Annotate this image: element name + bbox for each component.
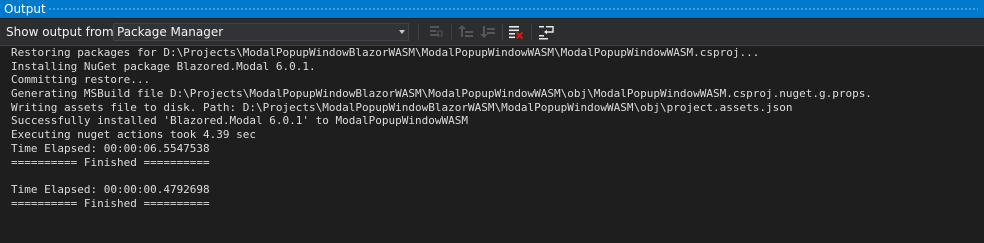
output-line: Time Elapsed: 00:00:06.5547538 xyxy=(11,141,210,155)
output-line: Restoring packages for D:\Projects\Modal… xyxy=(11,46,760,59)
output-line: ========== Finished ========== xyxy=(11,155,210,169)
output-title: Output xyxy=(4,2,46,16)
previous-message-button[interactable] xyxy=(456,22,476,42)
chevron-down-icon xyxy=(399,30,405,34)
toggle-word-wrap-icon xyxy=(539,26,554,40)
next-message-button[interactable] xyxy=(478,22,498,42)
output-line: Time Elapsed: 00:00:00.4792698 xyxy=(11,182,210,196)
toolbar-separator xyxy=(418,24,419,40)
output-title-bar[interactable]: Output xyxy=(0,0,984,18)
toggle-word-wrap-button[interactable] xyxy=(536,22,556,42)
go-to-previous-message-icon xyxy=(458,25,473,37)
output-line: Successfully installed 'Blazored.Modal 6… xyxy=(11,114,468,128)
toolbar-separator xyxy=(502,24,503,40)
show-output-from-label: Show output from: xyxy=(6,25,118,39)
output-line: Generating MSBuild file D:\Projects\Moda… xyxy=(11,87,872,101)
clear-all-icon xyxy=(509,26,524,40)
output-line: Executing nuget actions took 4.39 sec xyxy=(11,128,257,142)
output-window: Output Show output from: Package Manager xyxy=(0,0,984,243)
toolbar-separator xyxy=(451,24,452,40)
output-line: Committing restore... xyxy=(11,73,151,87)
find-message-icon xyxy=(430,26,443,37)
clear-all-button[interactable] xyxy=(506,22,526,42)
output-line: ========== Finished ========== xyxy=(11,196,210,210)
go-to-next-message-icon xyxy=(480,26,495,38)
output-source-value: Package Manager xyxy=(117,25,224,39)
output-toolbar: Show output from: Package Manager xyxy=(0,19,984,45)
title-bar-grip[interactable] xyxy=(48,7,978,12)
output-line: Writing assets file to disk. Path: D:\Pr… xyxy=(11,100,793,114)
output-source-dropdown[interactable]: Package Manager xyxy=(113,23,409,41)
find-message-button[interactable] xyxy=(426,22,446,42)
output-text-area[interactable]: Restoring packages for D:\Projects\Modal… xyxy=(0,45,984,243)
toolbar-separator xyxy=(531,24,532,40)
output-line: Installing NuGet package Blazored.Modal … xyxy=(11,59,316,73)
output-lines: Restoring packages for D:\Projects\Modal… xyxy=(11,46,872,210)
